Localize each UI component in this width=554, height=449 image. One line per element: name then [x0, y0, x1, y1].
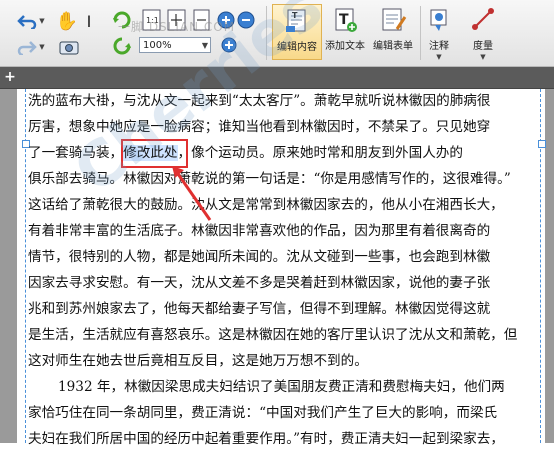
undo-icon[interactable]: [16, 12, 38, 30]
text-line: 兆和到苏州娘家去了，他每天都给妻子写信，但得不到理解。林徽因觉得这就: [28, 301, 491, 317]
text-line: 这对师生在她去世后竟相互反目，这是她万万想不到的。: [28, 353, 368, 369]
tab-bar: +: [0, 67, 554, 89]
svg-text:T: T: [292, 11, 298, 20]
zoom-in-small-icon[interactable]: [220, 36, 238, 54]
text-segment: ，像个运动员。原来她时常和朋友到外国人办的: [177, 145, 463, 161]
annotate-icon: [425, 7, 453, 33]
text-line: 这话给了萧乾很大的鼓励。沈从文是常常到林徽因家去的，他从小在湘西长大，: [28, 197, 504, 213]
annotate-button[interactable]: 注释 ▼: [424, 4, 454, 61]
text-line: 洗的蓝布大褂，与沈从文一起来到“太太客厅”。萧乾早就听说林徽因的肺病很: [28, 93, 491, 109]
text-line-edited: 了一套骑马装，修改此处，像个运动员。原来她时常和朋友到外国人办的: [28, 143, 463, 163]
pointer-arrow: [172, 166, 212, 221]
annotate-label: 注释: [429, 41, 449, 52]
measure-icon: [469, 7, 497, 33]
redo-icon[interactable]: [16, 38, 38, 56]
select-text-icon[interactable]: I: [80, 10, 98, 32]
chevron-down-icon: ▼: [436, 53, 442, 61]
edit-form-icon: [379, 7, 407, 33]
zoom-out-icon[interactable]: [236, 10, 256, 30]
edit-content-label: 编辑内容: [277, 42, 317, 53]
measure-label: 度量: [473, 41, 493, 52]
toolbar-separator: [420, 6, 421, 60]
hand-tool-icon[interactable]: ✋: [56, 10, 78, 32]
undo-dropdown-icon[interactable]: ▼: [38, 16, 46, 26]
edit-content-icon: T: [283, 8, 311, 34]
text-line: 夫妇在我们所居中国的经历中起着重要作用。”有时，费正清夫妇一起到梁家去，: [28, 431, 504, 447]
edit-form-button[interactable]: 编辑表单: [370, 4, 416, 60]
text-line: 1932 年，林徽因梁思成夫妇结识了美国朋友费正清和费慰梅夫妇，他们两: [58, 379, 505, 395]
snapshot-icon[interactable]: [58, 38, 80, 56]
zoom-value: 100%: [143, 40, 172, 51]
text-line: 俱乐部去骑马。林徽因对萧乾说的第一句话是：“你是用感情写作的，这很难得。”: [28, 171, 511, 187]
resize-handle-right[interactable]: [538, 140, 546, 148]
text-segment: 了一套骑马装，: [28, 145, 124, 161]
text-line: 情节，很特别的人物，都是她闻所未闻的。沈从文碰到一些事，也会跑到林徽: [28, 249, 491, 265]
toolbar-separator: [266, 6, 267, 60]
highlight-box: [121, 139, 188, 168]
measure-button[interactable]: 度量 ▼: [468, 4, 498, 61]
text-line: 家恰巧住在同一条胡同里，费正清说：“中国对我们产生了巨大的影响，而梁氏: [28, 405, 498, 421]
chevron-down-icon: ▼: [201, 41, 208, 50]
redo-dropdown-icon[interactable]: ▼: [38, 42, 46, 52]
add-text-button[interactable]: T 添加文本: [322, 4, 368, 60]
zoom-select[interactable]: 100% ▼: [139, 37, 211, 53]
text-line: 厉害，想象中她应是一脸病容；谁知当他看到林徽因时，不禁呆了。只见她穿: [28, 119, 491, 135]
text-line: 是生活，生活就应有喜怒哀乐。这是林徽因在她的客厅里认识了沈从文和萧乾，但: [28, 327, 518, 343]
chevron-down-icon: ▼: [480, 53, 486, 61]
text-line: 因家去寻求安慰。有一天，沈从文差不多是哭着赶到林徽因家，说他的妻子张: [28, 275, 491, 291]
site-watermark: 一脚.DSLIAN.COM: [118, 20, 236, 34]
add-text-icon: T: [331, 7, 359, 33]
text-line: 有着非常丰富的生活底子。林徽因非常喜欢他的作品，因为那里有着很离奇的: [28, 223, 491, 239]
rotate-back-icon[interactable]: [110, 34, 134, 58]
edit-content-button[interactable]: T 编辑内容: [272, 4, 322, 60]
main-toolbar: ▼ ▼ ✋ I 1:1 100% ▼ 一脚.DSLIAN.COM T 编辑内容: [0, 0, 554, 67]
edit-form-label: 编辑表单: [373, 41, 413, 52]
add-text-label: 添加文本: [325, 41, 365, 52]
add-tab-button[interactable]: +: [2, 69, 18, 85]
